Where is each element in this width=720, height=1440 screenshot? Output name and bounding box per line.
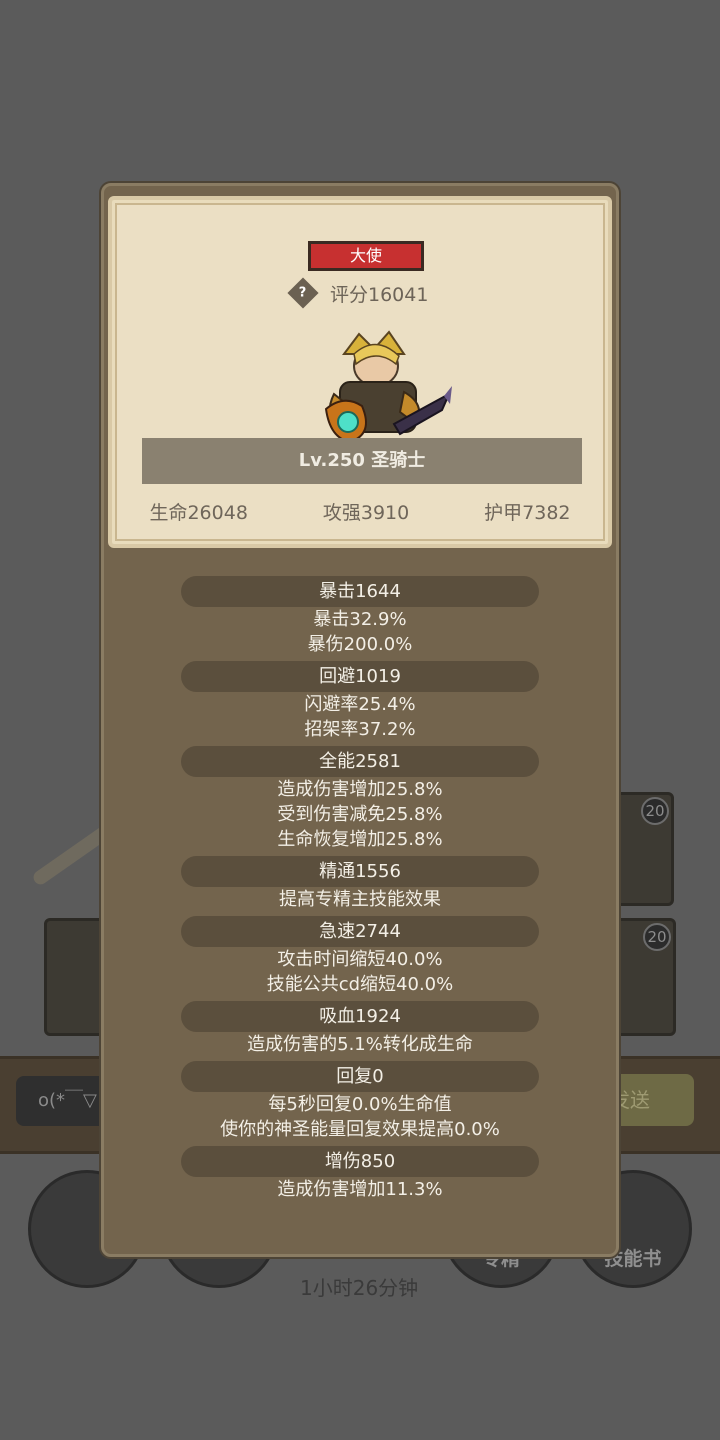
stat-group-versatility: 全能2581 造成伤害增加25.8% 受到伤害减免25.8% 生命恢复增加25.… <box>104 742 616 852</box>
stat-group-regen: 回复0 每5秒回复0.0%生命值 使你的神圣能量回复效果提高0.0% <box>104 1057 616 1142</box>
slot-level-badge: 20 <box>641 797 669 825</box>
stat-group-mastery: 精通1556 提高专精主技能效果 <box>104 852 616 912</box>
stat-line: 技能公共cd缩短40.0% <box>266 974 454 995</box>
stat-line: 攻击时间缩短40.0% <box>277 949 443 970</box>
stat-line: 闪避率25.4% <box>304 694 416 715</box>
stat-list: 暴击1644 暴击32.9% 暴伤200.0% 回避1019 闪避率25.4% … <box>104 572 616 1202</box>
base-stats-row: 生命26048 攻强3910 护甲7382 <box>112 498 608 525</box>
stat-line: 提高专精主技能效果 <box>279 889 441 910</box>
stat-line: 造成伤害增加11.3% <box>277 1179 443 1200</box>
stat-group-title: 回避1019 <box>181 661 539 692</box>
stat-group-title: 吸血1924 <box>181 1001 539 1032</box>
stat-line: 生命恢复增加25.8% <box>277 829 443 850</box>
stat-group-title: 增伤850 <box>181 1146 539 1177</box>
score-text: 评分16041 <box>330 283 429 306</box>
stat-group-title: 急速2744 <box>181 916 539 947</box>
stat-group-title: 回复0 <box>181 1061 539 1092</box>
stat-group-title: 精通1556 <box>181 856 539 887</box>
stat-group-damage-bonus: 增伤850 造成伤害增加11.3% <box>104 1142 616 1202</box>
score-row: ? 评分16041 <box>287 276 429 310</box>
rank-badge: 大使 <box>308 241 424 271</box>
stat-group-title: 暴击1644 <box>181 576 539 607</box>
stat-line: 使你的神圣能量回复效果提高0.0% <box>220 1119 500 1140</box>
stat-group-haste: 急速2744 攻击时间缩短40.0% 技能公共cd缩短40.0% <box>104 912 616 997</box>
help-icon[interactable]: ? <box>287 277 319 309</box>
stat-group-crit: 暴击1644 暴击32.9% 暴伤200.0% <box>104 572 616 657</box>
health-stat: 生命26048 <box>149 502 248 524</box>
skill-slot: 20 <box>614 792 674 906</box>
stat-line: 暴伤200.0% <box>307 634 413 655</box>
hero-portrait <box>324 330 452 444</box>
stat-line: 暴击32.9% <box>313 609 407 630</box>
character-stats-panel: 大使 ? 评分16041 Lv.250 圣骑士 生命26048 攻强3910 护… <box>101 183 619 1257</box>
timer-text: 1小时26分钟 <box>300 1276 419 1300</box>
stat-group-title: 全能2581 <box>181 746 539 777</box>
skill-slot: 20 <box>614 918 676 1036</box>
attack-power-stat: 攻强3910 <box>322 502 410 524</box>
armor-stat: 护甲7382 <box>484 502 571 524</box>
character-card: 大使 ? 评分16041 Lv.250 圣骑士 生命26048 攻强3910 护… <box>108 196 612 548</box>
stat-line: 招架率37.2% <box>304 719 416 740</box>
skill-slot <box>44 918 106 1036</box>
stat-group-avoidance: 回避1019 闪避率25.4% 招架率37.2% <box>104 657 616 742</box>
slot-level-badge: 20 <box>643 923 671 951</box>
class-name-bar: Lv.250 圣骑士 <box>142 438 582 484</box>
stat-line: 造成伤害增加25.8% <box>277 779 443 800</box>
stat-line: 每5秒回复0.0%生命值 <box>268 1094 452 1115</box>
stat-line: 造成伤害的5.1%转化成生命 <box>247 1034 473 1055</box>
stat-line: 受到伤害减免25.8% <box>277 804 443 825</box>
stat-group-lifesteal: 吸血1924 造成伤害的5.1%转化成生命 <box>104 997 616 1057</box>
